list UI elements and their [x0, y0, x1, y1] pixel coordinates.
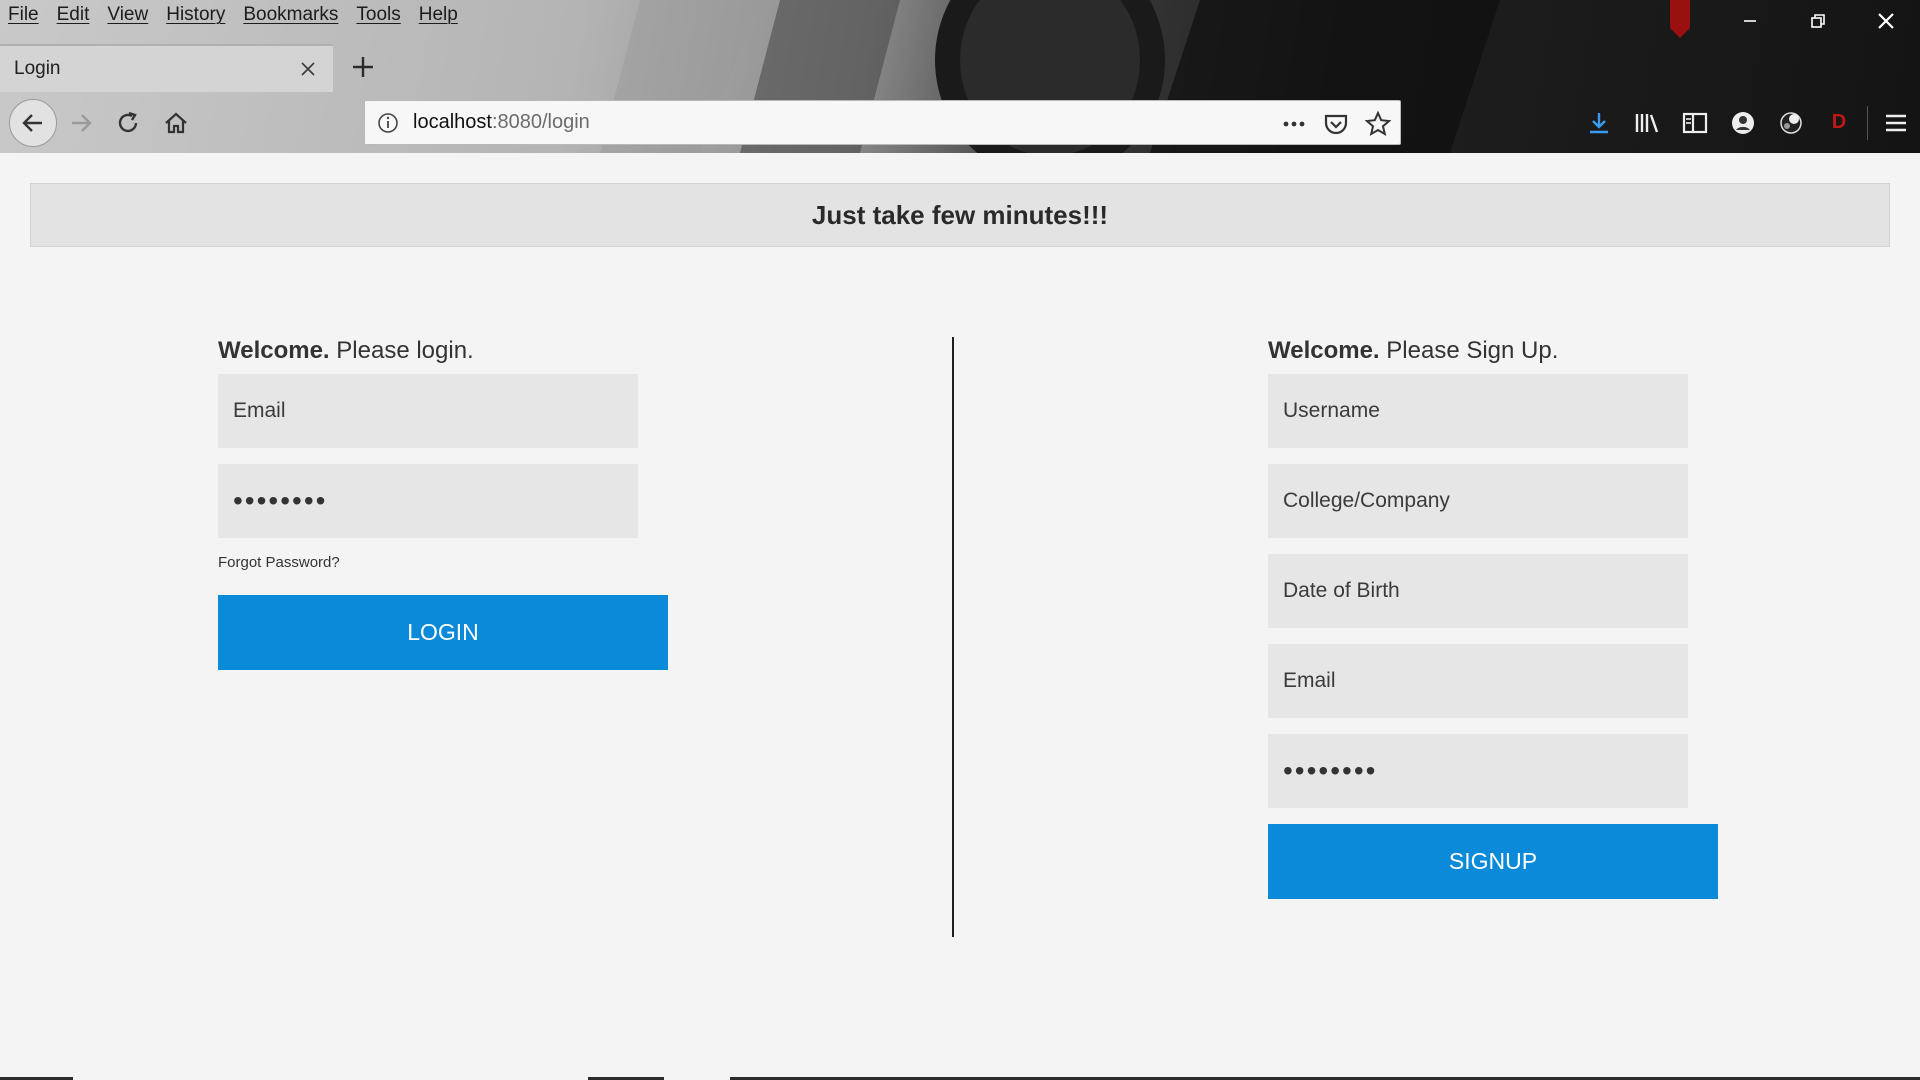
banner-title: Just take few minutes!!!: [811, 199, 1109, 230]
signup-form: Welcome. Please Sign Up. SIGNUP: [1268, 336, 1718, 899]
downloads-button[interactable]: [1575, 100, 1623, 145]
menu-history[interactable]: History: [166, 4, 225, 26]
main-menu-button[interactable]: [1872, 100, 1920, 145]
toolbar-separator: [1867, 105, 1868, 140]
login-heading-bold: Welcome.: [218, 337, 330, 364]
menu-view[interactable]: View: [107, 4, 148, 26]
signup-dob-input[interactable]: [1268, 554, 1688, 628]
menu-edit[interactable]: Edit: [57, 4, 90, 26]
menu-help[interactable]: Help: [419, 4, 458, 26]
signup-heading-bold: Welcome.: [1268, 337, 1380, 364]
close-icon: [301, 62, 315, 76]
download-icon: [1590, 112, 1608, 133]
library-icon: [1635, 113, 1659, 132]
tab-title: Login: [14, 58, 61, 79]
signup-heading-text: Please Sign Up.: [1379, 337, 1559, 364]
signup-heading: Welcome. Please Sign Up.: [1268, 336, 1718, 374]
plus-icon: [353, 57, 373, 77]
menu-file[interactable]: File: [8, 4, 39, 26]
url-path: :8080/login: [491, 111, 590, 133]
login-email-input[interactable]: [218, 374, 638, 448]
new-tab-button[interactable]: [346, 50, 380, 84]
sidebar-icon: [1682, 112, 1708, 133]
login-heading-text: Please login.: [329, 337, 474, 364]
minimize-button[interactable]: [1716, 0, 1784, 42]
forward-button[interactable]: [60, 102, 102, 144]
signup-college-input[interactable]: [1268, 464, 1688, 538]
back-button[interactable]: [9, 99, 57, 147]
login-button[interactable]: LOGIN: [218, 595, 668, 670]
back-arrow-icon: [22, 114, 42, 132]
window-controls: [1716, 0, 1920, 42]
login-form: Welcome. Please login. Forgot Password? …: [218, 336, 668, 670]
info-icon[interactable]: [377, 112, 399, 134]
toolbar-right: D: [1575, 100, 1920, 145]
menu-bar: File Edit View History Bookmarks Tools H…: [0, 0, 476, 30]
extension-d-button[interactable]: D: [1815, 100, 1863, 145]
hamburger-menu-icon: [1886, 114, 1906, 131]
minimize-icon: [1744, 20, 1756, 22]
restore-icon: [1811, 14, 1825, 28]
pocket-icon[interactable]: [1322, 110, 1350, 138]
forward-arrow-icon: [72, 114, 92, 132]
url-bar[interactable]: localhost:8080/login: [364, 100, 1401, 145]
column-divider: [952, 337, 954, 937]
extension-d-icon: D: [1831, 111, 1847, 133]
nav-toolbar: localhost:8080/login D: [0, 92, 1920, 153]
forgot-password-link[interactable]: Forgot Password?: [218, 554, 668, 571]
restore-button[interactable]: [1784, 0, 1852, 42]
menu-bookmarks[interactable]: Bookmarks: [243, 4, 338, 26]
extension-button[interactable]: [1767, 100, 1815, 145]
account-icon: [1732, 111, 1754, 134]
browser-chrome: File Edit View History Bookmarks Tools H…: [0, 0, 1920, 153]
library-button[interactable]: [1623, 100, 1671, 145]
header-banner: Just take few minutes!!!: [30, 183, 1890, 247]
reload-button[interactable]: [107, 102, 149, 144]
more-dots-icon[interactable]: [1280, 110, 1308, 138]
home-button[interactable]: [155, 102, 197, 144]
signup-password-input[interactable]: [1268, 734, 1688, 808]
tab-close-button[interactable]: [297, 58, 319, 80]
signup-username-input[interactable]: [1268, 374, 1688, 448]
browser-tab[interactable]: Login: [0, 44, 333, 92]
menu-tools[interactable]: Tools: [356, 4, 400, 26]
home-icon: [165, 112, 187, 134]
signup-email-input[interactable]: [1268, 644, 1688, 718]
login-heading: Welcome. Please login.: [218, 336, 668, 374]
star-icon[interactable]: [1364, 110, 1392, 138]
url-host: localhost: [413, 111, 492, 133]
account-button[interactable]: [1719, 100, 1767, 145]
close-icon: [1878, 13, 1894, 29]
signup-button[interactable]: SIGNUP: [1268, 824, 1718, 899]
reload-icon: [118, 111, 138, 133]
url-actions: [1280, 101, 1392, 146]
sidebar-button[interactable]: [1671, 100, 1719, 145]
login-password-input[interactable]: [218, 464, 638, 538]
extension-icon: [1780, 111, 1802, 134]
close-window-button[interactable]: [1852, 0, 1920, 42]
